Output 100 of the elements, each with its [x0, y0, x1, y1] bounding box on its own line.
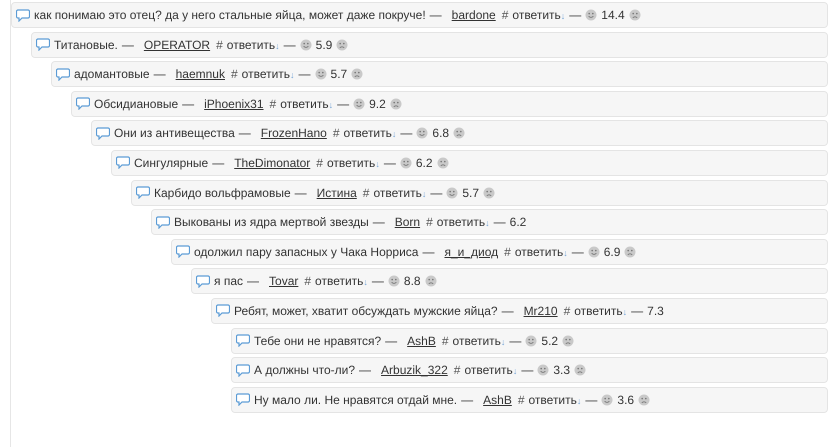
comment-text: Обсидиановые	[94, 96, 178, 111]
smiley-face-icon[interactable]	[537, 364, 550, 376]
comment-text: Карбидо вольфрамовые	[154, 186, 291, 200]
dash-text: —	[337, 96, 350, 111]
smiley-face-icon[interactable]	[300, 38, 312, 51]
sad-face-icon[interactable]	[638, 394, 650, 406]
speech-bubble-icon	[176, 245, 190, 258]
permalink[interactable]: #	[316, 156, 323, 170]
author-link[interactable]: Истина	[316, 186, 357, 200]
author-link[interactable]: haemnuk	[176, 67, 225, 82]
dash-text: —	[284, 38, 296, 52]
permalink[interactable]: #	[216, 38, 223, 52]
author-link[interactable]: AshB	[483, 392, 512, 407]
sad-face-icon[interactable]	[562, 334, 574, 347]
permalink[interactable]: #	[442, 334, 449, 348]
sad-face-icon[interactable]	[424, 275, 437, 288]
permalink[interactable]: #	[502, 8, 508, 22]
sad-face-icon[interactable]	[628, 9, 641, 21]
author-link[interactable]: TheDimonator	[234, 156, 310, 170]
reply-link[interactable]: ответить↓	[315, 274, 368, 288]
speech-bubble-icon	[76, 97, 90, 110]
reply-link[interactable]: ответить↓	[528, 392, 582, 407]
author-link[interactable]: OPERATOR	[144, 38, 210, 52]
reply-link[interactable]: ответить↓	[452, 334, 506, 348]
rating-value: 9.2	[369, 96, 386, 111]
reply-link[interactable]: ответить↓	[326, 156, 380, 170]
sad-face-icon[interactable]	[336, 38, 348, 51]
reply-link[interactable]: ответить↓	[512, 8, 566, 22]
reply-link[interactable]: ответить↓	[280, 96, 334, 111]
rating-value: 6.8	[432, 126, 450, 140]
smiley-face-icon[interactable]	[416, 127, 428, 140]
author-link[interactable]: Arbuzik_322	[381, 363, 448, 378]
dash-text: —	[238, 126, 251, 140]
speech-bubble-icon	[16, 8, 30, 22]
reply-link[interactable]: ответить↓	[464, 363, 518, 378]
permalink[interactable]: #	[304, 274, 312, 288]
smiley-face-icon[interactable]	[588, 246, 600, 258]
permalink[interactable]: #	[230, 67, 238, 82]
dash-text: —	[294, 186, 307, 200]
permalink[interactable]: #	[504, 244, 511, 259]
reply-link[interactable]: ответить↓	[436, 215, 490, 230]
reply-link[interactable]: ответить↓	[226, 38, 280, 52]
sad-face-icon[interactable]	[483, 186, 496, 199]
sad-face-icon[interactable]	[390, 98, 402, 110]
speech-bubble-icon	[236, 334, 250, 348]
smiley-face-icon[interactable]	[446, 186, 458, 199]
smiley-face-icon[interactable]	[400, 156, 412, 169]
dash-text: —	[359, 363, 372, 378]
rating-value: 6.9	[604, 244, 620, 259]
reply-link[interactable]: ответить↓	[344, 126, 396, 140]
smiley-face-icon[interactable]	[314, 68, 327, 80]
author-link[interactable]: Tovar	[269, 274, 298, 288]
dash-text: —	[298, 67, 311, 82]
author-link[interactable]: iPhoenix31	[204, 96, 264, 111]
dash-text: —	[384, 156, 396, 170]
speech-bubble-icon	[136, 186, 150, 200]
reply-link[interactable]: ответить↓	[373, 186, 426, 200]
sad-face-icon[interactable]	[436, 156, 448, 169]
comment-text: одолжил пару запасных у Чака Норриса	[194, 244, 418, 259]
author-link[interactable]: Born	[394, 215, 420, 230]
permalink[interactable]: #	[426, 215, 433, 230]
sad-face-icon[interactable]	[624, 246, 636, 258]
author-link[interactable]: Mr210	[524, 304, 558, 318]
dash-text: —	[372, 274, 384, 288]
dash-text: —	[400, 126, 412, 140]
reply-link[interactable]: ответить↓	[514, 244, 568, 259]
smiley-face-icon[interactable]	[388, 275, 400, 288]
author-link[interactable]: AshB	[407, 334, 436, 348]
author-link[interactable]: FrozenHano	[260, 126, 327, 140]
rating-value: 3.6	[617, 392, 634, 407]
permalink[interactable]: #	[454, 363, 460, 378]
reply-link[interactable]: ответить↓	[574, 304, 628, 318]
permalink[interactable]: #	[362, 186, 370, 200]
dash-text: —	[631, 304, 644, 318]
comment-text: Выкованы из ядра мертвой звезды	[174, 215, 369, 230]
dash-text: —	[494, 215, 506, 230]
smiley-face-icon[interactable]	[353, 98, 366, 110]
smiley-face-icon[interactable]	[585, 9, 598, 21]
smiley-face-icon[interactable]	[601, 394, 614, 406]
rating-value: 5.7	[330, 67, 348, 82]
permalink[interactable]: #	[518, 392, 525, 407]
sad-face-icon[interactable]	[574, 364, 586, 376]
permalink[interactable]: #	[564, 304, 570, 318]
dash-text: —	[509, 334, 522, 348]
speech-bubble-icon	[116, 156, 130, 170]
dash-text: —	[430, 186, 442, 200]
sad-face-icon[interactable]	[453, 127, 466, 140]
comment-text: Тебе они не нравятся?	[254, 334, 382, 348]
dash-text: —	[385, 334, 398, 348]
dash-text: —	[122, 38, 134, 52]
sad-face-icon[interactable]	[351, 68, 364, 80]
permalink[interactable]: #	[332, 126, 340, 140]
author-link[interactable]: я_и_диод	[444, 244, 498, 259]
author-link[interactable]: bardone	[452, 8, 496, 22]
permalink[interactable]: #	[270, 96, 276, 111]
dash-text: —	[247, 274, 260, 288]
smiley-face-icon[interactable]	[525, 334, 538, 347]
rating-value: 7.3	[647, 304, 664, 318]
dash-text: —	[569, 8, 582, 22]
reply-link[interactable]: ответить↓	[242, 67, 295, 82]
